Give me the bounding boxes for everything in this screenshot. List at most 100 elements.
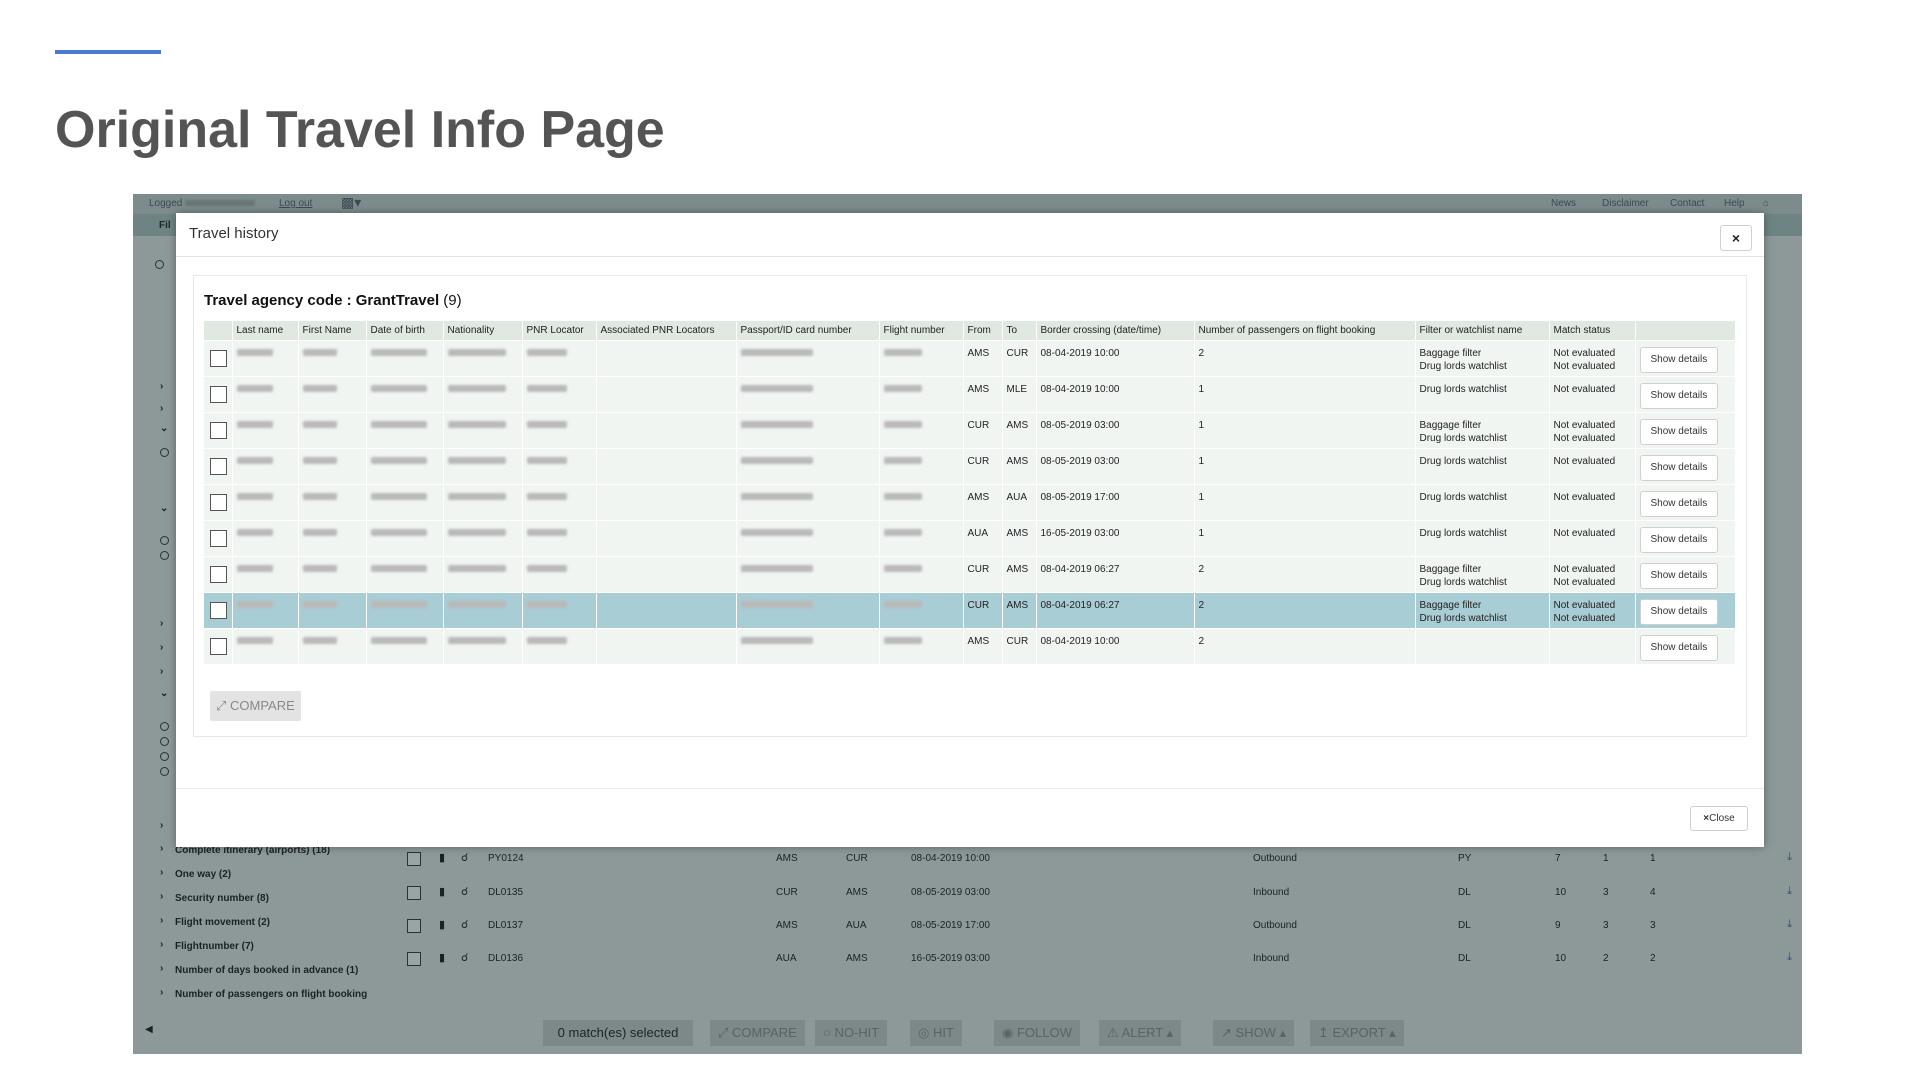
menu-item-filters[interactable]: Fil <box>159 220 171 231</box>
show-details-button[interactable]: Show details <box>1639 634 1719 661</box>
chevron-right-icon[interactable]: › <box>160 915 163 926</box>
download-icon[interactable]: ⤓ <box>1787 885 1792 898</box>
sidebar-item[interactable]: Number of passengers on flight booking <box>175 989 367 1000</box>
unlock-icon[interactable]: ☌ <box>461 851 468 864</box>
download-icon[interactable]: ⤓ <box>1787 851 1792 864</box>
chevron-right-icon[interactable]: › <box>160 987 163 998</box>
chevron-right-icon[interactable]: › <box>160 666 163 677</box>
col-filter-name[interactable]: Filter or watchlist name <box>1415 321 1550 340</box>
history-row[interactable]: AMS CUR 08-04-2019 10:00 2 Baggage filter Dru… <box>204 339 1736 376</box>
bar-chart-icon[interactable]: ▮ <box>439 851 445 864</box>
alert-button[interactable]: ⚠ ALERT ▴ <box>1099 1020 1182 1046</box>
radio[interactable] <box>160 448 169 457</box>
history-row[interactable]: AMS CUR 08-04-2019 10:00 2 Show details <box>204 627 1736 664</box>
hit-button[interactable]: ◎ HIT <box>910 1020 962 1046</box>
sidebar-item[interactable]: Security number (8) <box>175 893 269 904</box>
row-checkbox[interactable] <box>210 457 227 475</box>
bar-chart-icon[interactable]: ▮ <box>439 885 445 898</box>
compare-button[interactable]: ⤢ COMPARE <box>210 691 301 721</box>
history-row[interactable]: CUR AMS 08-05-2019 03:00 1 Baggage filter Dru… <box>204 411 1736 448</box>
chevron-right-icon[interactable]: › <box>160 618 163 629</box>
col-first-name[interactable]: First Name <box>298 321 367 340</box>
home-icon[interactable]: ⌂ <box>1763 198 1769 209</box>
chevron-right-icon[interactable]: › <box>160 381 163 392</box>
radio[interactable] <box>155 260 164 269</box>
download-icon[interactable]: ⤓ <box>1787 918 1792 931</box>
show-details-button[interactable]: Show details <box>1639 490 1719 517</box>
col-passport[interactable]: Passport/ID card number <box>736 321 880 340</box>
chevron-down-icon[interactable]: ⌄ <box>160 688 168 699</box>
history-row[interactable]: AMS MLE 08-04-2019 10:00 1 Drug lords watchl… <box>204 375 1736 412</box>
chevron-right-icon[interactable]: › <box>160 843 163 854</box>
radio[interactable] <box>160 767 169 776</box>
show-details-button[interactable]: Show details <box>1639 562 1719 589</box>
col-from[interactable]: From <box>963 321 1003 340</box>
col-border-crossing[interactable]: Border crossing (date/time) <box>1036 321 1195 340</box>
chevron-down-icon[interactable]: ⌄ <box>160 423 168 434</box>
col-associated-pnr[interactable]: Associated PNR Locators <box>596 321 737 340</box>
row-checkbox[interactable] <box>407 952 421 966</box>
contact-link[interactable]: Contact <box>1670 198 1704 209</box>
chevron-right-icon[interactable]: › <box>160 891 163 902</box>
sidebar-item[interactable]: Number of days booked in advance (1) <box>175 965 358 976</box>
col-last-name[interactable]: Last name <box>232 321 299 340</box>
show-details-button[interactable]: Show details <box>1639 382 1719 409</box>
news-link[interactable]: News <box>1551 198 1576 209</box>
unlock-icon[interactable]: ☌ <box>461 885 468 898</box>
show-button[interactable]: ↗ SHOW ▴ <box>1213 1020 1295 1046</box>
chevron-right-icon[interactable]: › <box>160 867 163 878</box>
col-pnr-locator[interactable]: PNR Locator <box>522 321 597 340</box>
row-checkbox[interactable] <box>407 852 421 866</box>
download-icon[interactable]: ⤓ <box>1787 951 1792 964</box>
disclaimer-link[interactable]: Disclaimer <box>1602 198 1649 209</box>
nohit-button[interactable]: ○ NO-HIT <box>815 1020 888 1046</box>
show-details-button[interactable]: Show details <box>1639 526 1719 553</box>
sidebar-item[interactable]: Flightnumber (7) <box>175 941 254 952</box>
row-checkbox[interactable] <box>210 637 227 655</box>
unlock-icon[interactable]: ☌ <box>461 951 468 964</box>
unlock-icon[interactable]: ☌ <box>461 918 468 931</box>
history-row[interactable]: AMS AUA 08-05-2019 17:00 1 Drug lords watchl… <box>204 483 1736 520</box>
user-icon[interactable]: ▩▾ <box>341 194 361 211</box>
row-checkbox[interactable] <box>407 886 421 900</box>
help-link[interactable]: Help <box>1724 198 1745 209</box>
history-row[interactable]: CUR AMS 08-04-2019 06:27 2 Baggage filter Dru… <box>204 591 1736 628</box>
history-row[interactable]: CUR AMS 08-05-2019 03:00 1 Drug lords watchl… <box>204 447 1736 484</box>
sidebar-item[interactable]: Flight movement (2) <box>175 917 270 928</box>
show-details-button[interactable]: Show details <box>1639 346 1719 373</box>
chevron-right-icon[interactable]: › <box>160 963 163 974</box>
show-details-button[interactable]: Show details <box>1639 598 1719 625</box>
col-to[interactable]: To <box>1002 321 1037 340</box>
history-row[interactable]: AUA AMS 16-05-2019 03:00 1 Drug lords watchl… <box>204 519 1736 556</box>
row-checkbox[interactable] <box>407 919 421 933</box>
table-row[interactable]: ▮ ☌ DL0137 AMS AUA 08-05-2019 17:00 Outbo… <box>403 910 1798 942</box>
chevron-right-icon[interactable]: › <box>160 642 163 653</box>
bar-chart-icon[interactable]: ▮ <box>439 918 445 931</box>
row-checkbox[interactable] <box>210 601 227 619</box>
row-checkbox[interactable] <box>210 529 227 547</box>
table-row[interactable]: ▮ ☌ DL0136 AUA AMS 16-05-2019 03:00 Inbou… <box>403 943 1798 975</box>
col-nationality[interactable]: Nationality <box>443 321 523 340</box>
table-row[interactable]: ▮ ☌ DL0135 CUR AMS 08-05-2019 03:00 Inbou… <box>403 877 1798 909</box>
collapse-left-icon[interactable]: ◀ <box>145 1024 153 1035</box>
chevron-right-icon[interactable]: › <box>160 820 163 831</box>
follow-button[interactable]: ◉ FOLLOW <box>994 1020 1080 1046</box>
radio[interactable] <box>160 722 169 731</box>
show-details-button[interactable]: Show details <box>1639 418 1719 445</box>
close-button[interactable]: ×Close <box>1690 806 1748 831</box>
col-passengers[interactable]: Number of passengers on flight booking <box>1194 321 1416 340</box>
row-checkbox[interactable] <box>210 385 227 403</box>
col-match-status[interactable]: Match status <box>1549 321 1636 340</box>
col-date-of-birth[interactable]: Date of birth <box>366 321 444 340</box>
radio[interactable] <box>160 737 169 746</box>
col-flight-number[interactable]: Flight number <box>879 321 964 340</box>
row-checkbox[interactable] <box>210 349 227 367</box>
table-row[interactable]: ▮ ☌ PY0124 AMS CUR 08-04-2019 10:00 Outbo… <box>403 843 1798 875</box>
chevron-down-icon[interactable]: ⌄ <box>160 503 168 514</box>
row-checkbox[interactable] <box>210 493 227 511</box>
history-row[interactable]: CUR AMS 08-04-2019 06:27 2 Baggage filter Dru… <box>204 555 1736 592</box>
logout-link[interactable]: Log out <box>279 198 312 209</box>
radio[interactable] <box>160 536 169 545</box>
show-details-button[interactable]: Show details <box>1639 454 1719 481</box>
close-icon[interactable]: × <box>1720 225 1752 251</box>
